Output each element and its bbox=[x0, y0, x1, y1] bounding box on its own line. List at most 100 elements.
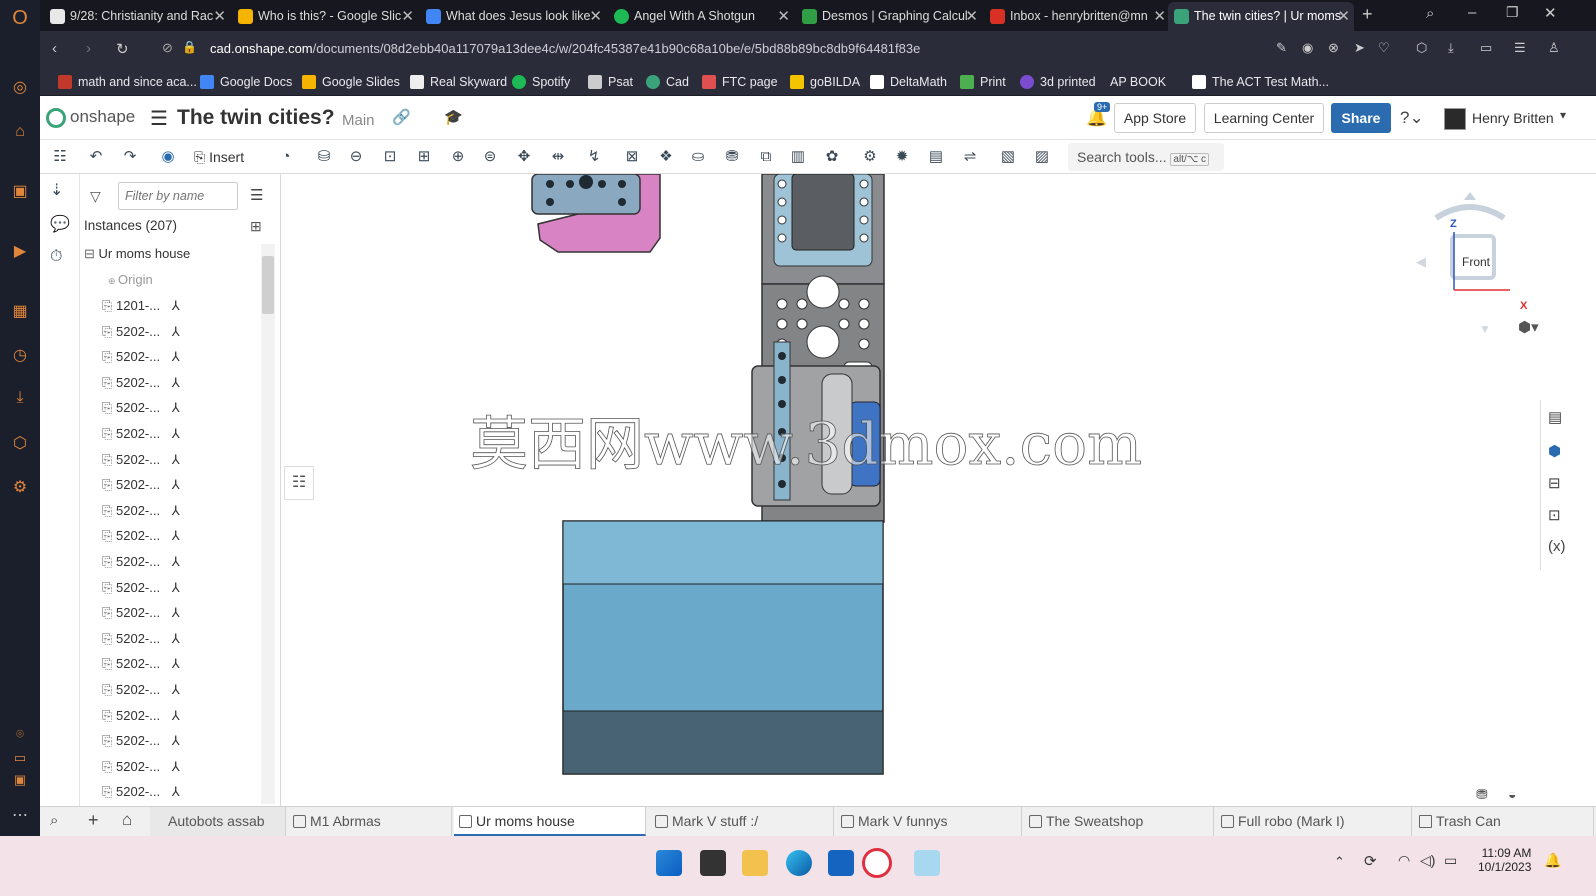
tangent-mate-icon[interactable]: ⇹ bbox=[546, 146, 570, 168]
mate-connector-icon[interactable]: ⅄ bbox=[168, 375, 180, 390]
mate-connector-icon[interactable]: ⅄ bbox=[168, 349, 180, 364]
bookmark[interactable]: Real Skyward bbox=[410, 72, 507, 92]
show-hidden-icons-chevron-up-icon[interactable]: ⌃ bbox=[1334, 854, 1345, 870]
back-icon[interactable]: ‹ bbox=[52, 40, 57, 57]
base-box-bottom-face[interactable] bbox=[562, 710, 884, 775]
planar-mate-icon[interactable]: ⊜ bbox=[478, 146, 502, 168]
mate-connector-icon[interactable]: ⅄ bbox=[168, 784, 180, 799]
mate-connector-icon[interactable]: ⅄ bbox=[168, 682, 180, 697]
opera-gx-icon[interactable] bbox=[862, 848, 892, 878]
tree-item-row[interactable]: ⎘ 5202-... ⅄ bbox=[102, 473, 180, 497]
more-icon[interactable]: ⋯ bbox=[10, 806, 30, 826]
create-folder-icon[interactable]: ⊞ bbox=[250, 218, 262, 235]
mate-panel-icon[interactable]: ⊟ bbox=[1548, 474, 1561, 492]
player-icon[interactable]: ▶ bbox=[10, 242, 30, 262]
mate-connector-icon[interactable]: ⅄ bbox=[168, 477, 180, 492]
cpu-icon[interactable]: ▣ bbox=[10, 770, 30, 790]
animate-icon[interactable]: ✿ bbox=[820, 146, 844, 168]
bookmark[interactable]: goBILDA bbox=[790, 72, 860, 92]
easy-setup-icon[interactable]: ☰ bbox=[1514, 40, 1526, 56]
toggle-feature-list-icon[interactable]: ☷ bbox=[284, 466, 314, 500]
new-tab-button[interactable]: + bbox=[1362, 4, 1373, 25]
feature-list-icon[interactable]: ☷ bbox=[48, 146, 72, 168]
aria-icon[interactable]: ◎ bbox=[10, 78, 30, 98]
section-icon[interactable]: ⛃ bbox=[1476, 786, 1488, 803]
filter-by-name-input[interactable] bbox=[118, 182, 238, 210]
tab-the-sweatshop[interactable]: The Sweatshop bbox=[1024, 807, 1214, 836]
browser-tab[interactable]: What does Jesus look like ✕ bbox=[420, 2, 606, 31]
bookmark[interactable]: Google Slides bbox=[302, 72, 400, 92]
close-window-icon[interactable]: ✕ bbox=[1544, 4, 1557, 22]
edit-page-icon[interactable]: ✎ bbox=[1276, 40, 1287, 56]
tree-item-row[interactable]: ⎘ 5202-... ⅄ bbox=[102, 422, 180, 446]
insert-part-icon[interactable]: ⇣ bbox=[50, 180, 63, 200]
browser-tab-active[interactable]: The twin cities? | Ur moms ✕ bbox=[1168, 2, 1354, 31]
bookmark[interactable]: DeltaMath bbox=[870, 72, 947, 92]
shopping-icon[interactable]: ⌂ bbox=[10, 122, 30, 142]
revolute-mate-icon[interactable]: ⊖ bbox=[344, 146, 368, 168]
download-icon[interactable]: ⤓ bbox=[1448, 40, 1454, 56]
adblock-icon[interactable]: ⊗ bbox=[1328, 40, 1339, 56]
comments-icon[interactable]: 💬 bbox=[50, 214, 70, 234]
education-cap-icon[interactable]: 🎓 bbox=[444, 108, 463, 126]
mate-connector-icon[interactable]: ⅄ bbox=[168, 528, 180, 543]
opera-logo-icon[interactable]: O bbox=[10, 8, 30, 28]
close-tab-icon[interactable]: ✕ bbox=[777, 2, 790, 31]
tree-item-row[interactable]: ⎘ 5202-... ⅄ bbox=[102, 780, 180, 804]
filter-icon[interactable]: ▽ bbox=[90, 188, 101, 205]
rotate-left-icon[interactable]: ◀ bbox=[1416, 254, 1426, 270]
tree-item-row[interactable]: ⎘ 5202-... ⅄ bbox=[102, 755, 180, 779]
parallel-mate-icon[interactable]: ✥ bbox=[512, 146, 536, 168]
tree-item-row[interactable]: ⎘ 5202-... ⅄ bbox=[102, 678, 180, 702]
store-icon[interactable] bbox=[828, 850, 854, 876]
tab-mark-v-stuff[interactable]: Mark V stuff :/ bbox=[650, 807, 834, 836]
gear-relation-icon[interactable]: ⚙ bbox=[858, 146, 882, 168]
timer-icon[interactable]: ⏱ bbox=[50, 248, 62, 266]
mate-connector-icon[interactable]: ⅄ bbox=[168, 400, 180, 415]
mate-connector-icon[interactable]: ⅄ bbox=[168, 324, 180, 339]
add-tab-button[interactable]: + bbox=[88, 810, 99, 831]
extensions-icon[interactable]: ⬡ bbox=[10, 434, 30, 454]
motor-body-part[interactable] bbox=[791, 174, 855, 251]
mate-connector-icon[interactable]: ⅄ bbox=[168, 708, 180, 723]
onshape-wordmark[interactable]: onshape bbox=[70, 107, 135, 127]
linear-relation-icon[interactable]: ⇌ bbox=[958, 146, 982, 168]
screw-relation-icon[interactable]: ✹ bbox=[890, 146, 914, 168]
wifi-icon[interactable]: ◠ bbox=[1398, 852, 1410, 869]
edge-icon[interactable] bbox=[786, 850, 812, 876]
measure-icon[interactable]: ▧ bbox=[996, 146, 1020, 168]
onshape-logo-icon[interactable] bbox=[46, 108, 66, 128]
user-name[interactable]: Henry Britten bbox=[1472, 110, 1554, 126]
bookmark[interactable]: Cad bbox=[646, 72, 689, 92]
restore-icon[interactable]: ❐ bbox=[1506, 4, 1519, 21]
hamburger-menu-icon[interactable]: ☰ bbox=[150, 106, 168, 131]
bookmark[interactable]: Google Docs bbox=[200, 72, 292, 92]
browser-tab[interactable]: Inbox - henrybritten@mn ✕ bbox=[984, 2, 1170, 31]
mate-connector-icon[interactable]: ⅄ bbox=[168, 656, 180, 671]
rotate-down-icon[interactable]: ▼ bbox=[1479, 322, 1491, 336]
replicate-icon[interactable]: ❖ bbox=[654, 146, 678, 168]
tree-item-row[interactable]: ⎘ 5202-... ⅄ bbox=[102, 396, 180, 420]
url-field[interactable]: cad.onshape.com/documents/08d2ebb40a1170… bbox=[210, 38, 1310, 60]
downloads-icon[interactable]: ⤓ bbox=[10, 388, 30, 408]
document-title[interactable]: The twin cities? bbox=[177, 106, 335, 130]
tree-item-row[interactable]: ⎘ 5202-... ⅄ bbox=[102, 524, 180, 548]
share-button[interactable]: Share bbox=[1331, 103, 1391, 133]
site-info-icon[interactable]: ⊘ bbox=[162, 40, 173, 56]
close-tab-icon[interactable]: ✕ bbox=[1153, 2, 1166, 31]
tab-mark-v-funnys[interactable]: Mark V funnys bbox=[836, 807, 1022, 836]
undo-icon[interactable]: ↶ bbox=[84, 146, 108, 168]
fastened-mate-icon[interactable]: ⛁ bbox=[312, 146, 336, 168]
tree-item-row[interactable]: ⎘ 5202-... ⅄ bbox=[102, 729, 180, 753]
group-icon[interactable]: ⊠ bbox=[620, 146, 644, 168]
search-tools-input[interactable]: Search tools... alt/⌥ c bbox=[1068, 143, 1224, 171]
bookmark[interactable]: AP BOOK bbox=[1110, 72, 1166, 92]
rack-pinion-icon[interactable]: ▤ bbox=[924, 146, 948, 168]
tab-full-robo[interactable]: Full robo (Mark I) bbox=[1216, 807, 1412, 836]
mate-connector-icon[interactable]: ◔ bbox=[274, 146, 298, 168]
bookmark[interactable]: Psat bbox=[588, 72, 633, 92]
cube-extension-icon[interactable]: ⬡ bbox=[1416, 40, 1427, 56]
variables-panel-icon[interactable]: (x) bbox=[1548, 538, 1566, 555]
mate-connector-icon[interactable]: ⅄ bbox=[168, 759, 180, 774]
bookmark[interactable]: FTC page bbox=[702, 72, 778, 92]
